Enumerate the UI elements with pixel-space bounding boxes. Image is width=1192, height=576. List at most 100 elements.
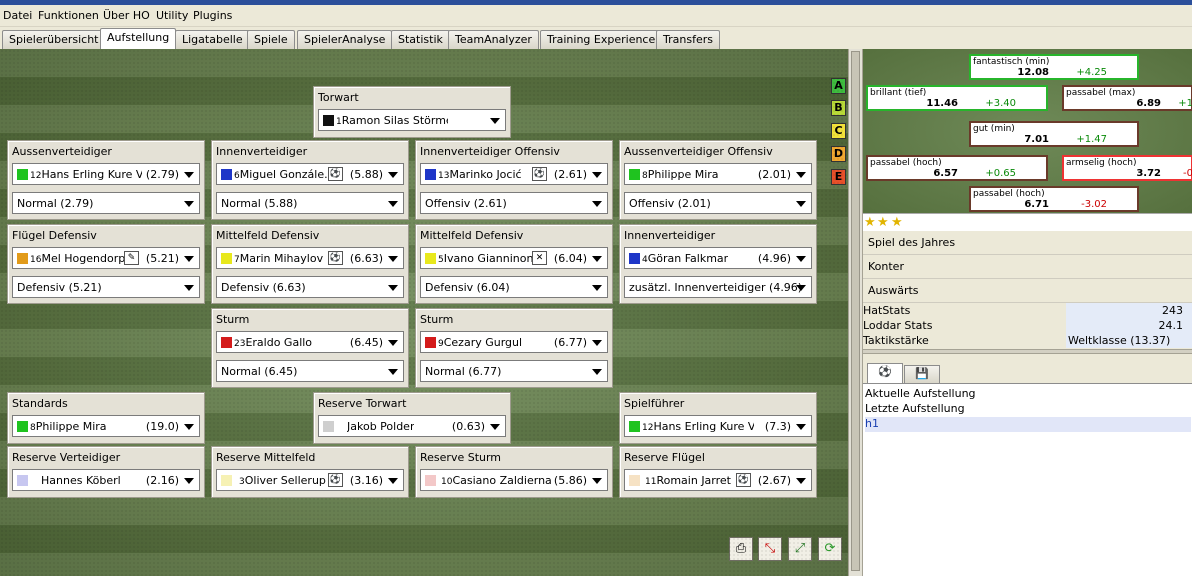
player-number: 16 [30, 255, 42, 265]
scrollbar-thumb[interactable] [851, 51, 860, 571]
player-select-spielfuehrer[interactable]: 12Hans Erling Kure Vi... (7.3) [624, 415, 812, 437]
tactic-select-mittelfeld-defensiv-2[interactable]: Defensiv (6.04) [420, 276, 608, 298]
tab-aufstellung[interactable]: Aufstellung [100, 28, 177, 50]
menu-utility[interactable]: Utility [156, 9, 188, 22]
player-name: Philippe Mira [647, 168, 719, 181]
player-select-reserve-verteidiger[interactable]: Hannes Köberl (2.16) [12, 469, 200, 491]
refresh-icon[interactable]: ⟳ [818, 537, 842, 561]
rating-box-left-defense: brillant (tief) 11.46 +3.40 [866, 85, 1048, 111]
menu-funktionen[interactable]: Funktionen [38, 9, 99, 22]
match-type-row[interactable]: Spiel des Jahres [863, 231, 1192, 255]
list-item[interactable]: Letzte Aufstellung [865, 402, 1191, 417]
player-select-aussenverteidiger-offensiv[interactable]: 8Philippe Mira (2.01) [624, 163, 812, 185]
field-scrollbar[interactable] [848, 49, 862, 576]
panel-splitter[interactable] [863, 349, 1192, 354]
save-icon[interactable]: 💾 [904, 365, 940, 383]
player-rating: (7.3) [764, 420, 791, 433]
shirt-icon [323, 115, 334, 126]
tactic-value: Defensiv (6.04) [425, 281, 510, 294]
player-select-standards[interactable]: 8Philippe Mira (19.0) [12, 415, 200, 437]
tactic-select-innenverteidiger-offensiv[interactable]: Offensiv (2.61) [420, 192, 608, 214]
tactic-select-mittelfeld-defensiv-1[interactable]: Defensiv (6.63) [216, 276, 404, 298]
player-select-reserve-sturm[interactable]: 10Casiano Zaldierna (5.86) [420, 469, 608, 491]
tab-statistik[interactable]: Statistik [391, 30, 450, 49]
tactic-select-fluegel-defensiv[interactable]: Defensiv (5.21) [12, 276, 200, 298]
player-number: 12 [30, 171, 42, 181]
lineup-field: Torwart 1Ramon Silas Störmer (7.13) Auss… [0, 49, 848, 576]
position-standards: Standards 8Philippe Mira (19.0) [7, 392, 205, 444]
football-icon[interactable]: ⚽ [867, 363, 903, 383]
tactic-value: Normal (5.88) [221, 197, 298, 210]
rating-value: 6.57 [933, 168, 958, 179]
list-item[interactable]: Aktuelle Aufstellung [865, 387, 1191, 402]
tactic-select-aussenverteidiger-offensiv[interactable]: Offensiv (2.01) [624, 192, 812, 214]
player-name: Ramon Silas Störmer (7.13) [341, 114, 448, 127]
player-select-mittelfeld-defensiv-1[interactable]: 7Marin Mihaylov ⚽ (6.63) [216, 247, 404, 269]
player-select-innenverteidiger-2[interactable]: 4Göran Falkmar (4.96) [624, 247, 812, 269]
expand-icon[interactable]: ⤢ [788, 537, 812, 561]
menu-datei[interactable]: Datei [3, 9, 32, 22]
tab-spiele[interactable]: Spiele [247, 30, 295, 49]
chevron-down-icon [592, 369, 602, 375]
tab-teamanalyzer[interactable]: TeamAnalyzer [448, 30, 539, 49]
rating-label: brillant (tief) [870, 88, 927, 98]
chevron-down-icon [796, 172, 806, 178]
rating-value: 7.01 [1024, 134, 1049, 145]
shirt-icon [221, 253, 232, 264]
tactic-row[interactable]: Konter [863, 255, 1192, 279]
tab-ligatabelle[interactable]: Ligatabelle [175, 30, 250, 49]
tab-training-experience[interactable]: Training Experience [540, 30, 663, 49]
chevron-down-icon [592, 478, 602, 484]
tactic-select-innenverteidiger-1[interactable]: Normal (5.88) [216, 192, 404, 214]
position-title: Flügel Defensiv [12, 229, 97, 242]
player-select-fluegel-defensiv[interactable]: 16Mel Hogendorp ✎ (5.21) [12, 247, 200, 269]
tab-transfers[interactable]: Transfers [656, 30, 720, 49]
compress-icon[interactable]: ⤡ [758, 537, 782, 561]
tab-spieleruebersicht[interactable]: Spielerübersicht [2, 30, 106, 49]
rating-delta: -3.02 [1081, 199, 1107, 210]
tactic-select-innenverteidiger-2[interactable]: zusätzl. Innenverteidiger (4.96) [624, 276, 812, 298]
player-select-innenverteidiger-offensiv[interactable]: 13Marinko Jocić ⚽ (2.61) [420, 163, 608, 185]
player-select-sturm-2[interactable]: 9Cezary Gurgul (6.77) [420, 331, 608, 353]
lineup-slot-d-button[interactable]: D [831, 146, 846, 162]
lineup-list: Aktuelle Aufstellung Letzte Aufstellung … [863, 383, 1192, 576]
player-select-reserve-fluegel[interactable]: 11Romain Jarret ⚽ (2.67) [624, 469, 812, 491]
position-innenverteidiger-2: Innenverteidiger 4Göran Falkmar (4.96) z… [619, 224, 817, 304]
player-select-reserve-torwart[interactable]: Jakob Polder (0.63) [318, 415, 506, 437]
player-select-torwart[interactable]: 1Ramon Silas Störmer (7.13) [318, 109, 506, 131]
player-name: Oliver Sellerup [244, 474, 326, 487]
chevron-down-icon [388, 285, 398, 291]
player-name: Miguel Gonzále... [239, 168, 335, 181]
chevron-down-icon [184, 201, 194, 207]
rating-label: passabel (hoch) [973, 189, 1045, 199]
shirt-icon [221, 169, 232, 180]
lineup-slot-c-button[interactable]: C [831, 123, 846, 139]
player-select-sturm-1[interactable]: 23Eraldo Gallo (6.45) [216, 331, 404, 353]
tactic-select-sturm-1[interactable]: Normal (6.45) [216, 360, 404, 382]
print-icon[interactable]: ⎙ [729, 537, 753, 561]
tactic-select-sturm-2[interactable]: Normal (6.77) [420, 360, 608, 382]
player-name: Romain Jarret [656, 474, 731, 487]
lineup-slot-e-button[interactable]: E [831, 169, 846, 185]
player-select-aussenverteidiger[interactable]: 12Hans Erling Kure V... (2.79) [12, 163, 200, 185]
lineup-slot-a-button[interactable]: A [831, 78, 846, 94]
rating-box-center-defense: gut (min) 7.01 +1.47 [969, 121, 1139, 147]
tactic-value: Offensiv (2.61) [425, 197, 507, 210]
position-sturm-1: Sturm 23Eraldo Gallo (6.45) Normal (6.45… [211, 308, 409, 388]
player-select-mittelfeld-defensiv-2[interactable]: 5Ivano Gianninoni ✕ (6.04) [420, 247, 608, 269]
menu-plugins[interactable]: Plugins [193, 9, 232, 22]
list-item[interactable]: h1 [865, 417, 1191, 432]
player-name: Philippe Mira [35, 420, 107, 433]
venue-row[interactable]: Auswärts [863, 279, 1192, 303]
menu-ueber-ho[interactable]: Über HO [103, 9, 150, 22]
player-select-innenverteidiger-1[interactable]: 6Miguel Gonzále... ⚽ (5.88) [216, 163, 404, 185]
stat-key: Loddar Stats [863, 319, 933, 332]
player-select-reserve-mittelfeld[interactable]: 3Oliver Sellerup ⚽ (3.16) [216, 469, 404, 491]
tab-spieleranalyse[interactable]: SpielerAnalyse [297, 30, 393, 49]
stat-hatstats: HatStats 243 [863, 303, 1192, 318]
player-name: Casiano Zaldierna [452, 474, 552, 487]
tactic-select-aussenverteidiger[interactable]: Normal (2.79) [12, 192, 200, 214]
player-rating: (19.0) [145, 420, 179, 433]
rating-label: passabel (hoch) [870, 158, 942, 168]
lineup-slot-b-button[interactable]: B [831, 100, 846, 116]
